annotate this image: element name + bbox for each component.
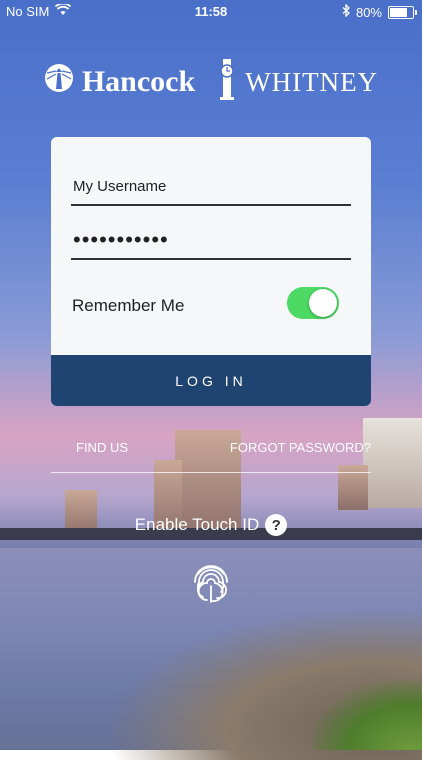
brand-right-text: Whitney <box>245 66 379 97</box>
login-button[interactable]: LOG IN <box>51 355 371 406</box>
clock-tower-logo-icon <box>217 57 237 108</box>
find-us-link[interactable]: FIND US <box>76 440 128 455</box>
touch-id-label: Enable Touch ID <box>134 515 260 534</box>
login-card: My Username ••••••••••• Remember Me LOG … <box>51 137 371 406</box>
toggle-knob <box>309 289 337 317</box>
username-field[interactable]: My Username <box>71 172 351 206</box>
fingerprint-icon[interactable] <box>188 560 234 606</box>
secondary-links: FIND US FORGOT PASSWORD? <box>51 440 371 473</box>
hancock-logo: Hancock <box>44 63 195 101</box>
password-value: ••••••••••• <box>73 227 169 252</box>
brand-left-text: Hancock <box>81 65 196 98</box>
battery-percent: 80% <box>355 4 382 20</box>
forgot-password-link[interactable]: FORGOT PASSWORD? <box>230 440 371 455</box>
bluetooth-icon <box>342 3 350 20</box>
battery-icon <box>388 5 417 19</box>
touch-id-row[interactable]: Enable Touch ID ? <box>0 514 422 536</box>
password-field[interactable]: ••••••••••• <box>71 225 351 260</box>
brand-logos: Hancock Whitney <box>0 58 422 106</box>
remember-me-toggle[interactable] <box>287 287 339 319</box>
status-bar: No SIM 11:58 80% <box>0 0 422 22</box>
username-value: My Username <box>73 178 167 195</box>
remember-me-label: Remember Me <box>72 296 185 315</box>
whitney-logo: Whitney <box>217 57 378 108</box>
help-icon[interactable]: ? <box>265 514 288 536</box>
grass-patch <box>312 680 422 750</box>
lighthouse-logo-icon <box>44 63 74 101</box>
